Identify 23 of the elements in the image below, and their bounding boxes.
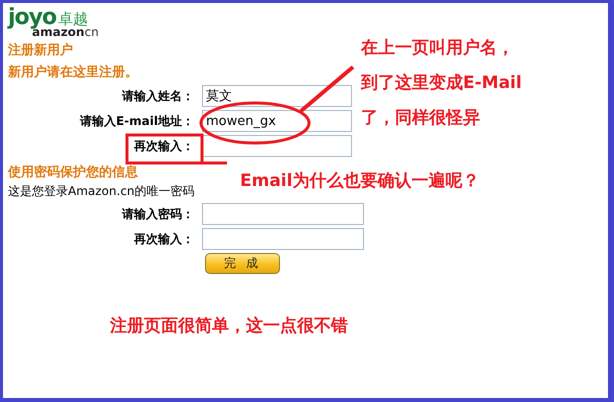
annotation-text: 在上一页叫用户名，	[361, 37, 515, 60]
section-heading: 使用密码保护您的信息	[8, 164, 138, 181]
annotation-text: 注册页面很简单，这一点很不错	[110, 315, 348, 337]
annotation-text: 了，同样很怪异	[361, 107, 481, 130]
annotation-text: 到了这里变成E-Mail	[361, 72, 522, 95]
field-label: 请输入姓名：	[122, 88, 194, 104]
input-field[interactable]	[202, 203, 364, 225]
section-note: 这是您登录Amazon.cn的唯一密码	[8, 183, 195, 200]
field-label: 再次输入：	[134, 230, 194, 248]
logo-text: 卓越	[58, 10, 88, 28]
input-field[interactable]: mowen_gx	[202, 110, 352, 132]
input-field[interactable]: 莫文	[202, 85, 352, 107]
field-label: 请输入密码：	[122, 206, 194, 222]
field-label: 请输入E-mail地址：	[80, 112, 194, 130]
submit-button[interactable]: 完 成	[205, 253, 280, 274]
field-label: 再次输入：	[134, 138, 194, 154]
logo-text: cn	[84, 25, 99, 39]
page-heading: 注册新用户	[8, 42, 73, 59]
page-subheading: 新用户请在这里注册。	[8, 64, 138, 81]
input-field[interactable]	[202, 135, 352, 157]
annotation-line	[300, 65, 354, 113]
annotation-text: Email为什么也要确认一遍呢？	[240, 170, 480, 192]
input-field[interactable]	[202, 228, 364, 250]
